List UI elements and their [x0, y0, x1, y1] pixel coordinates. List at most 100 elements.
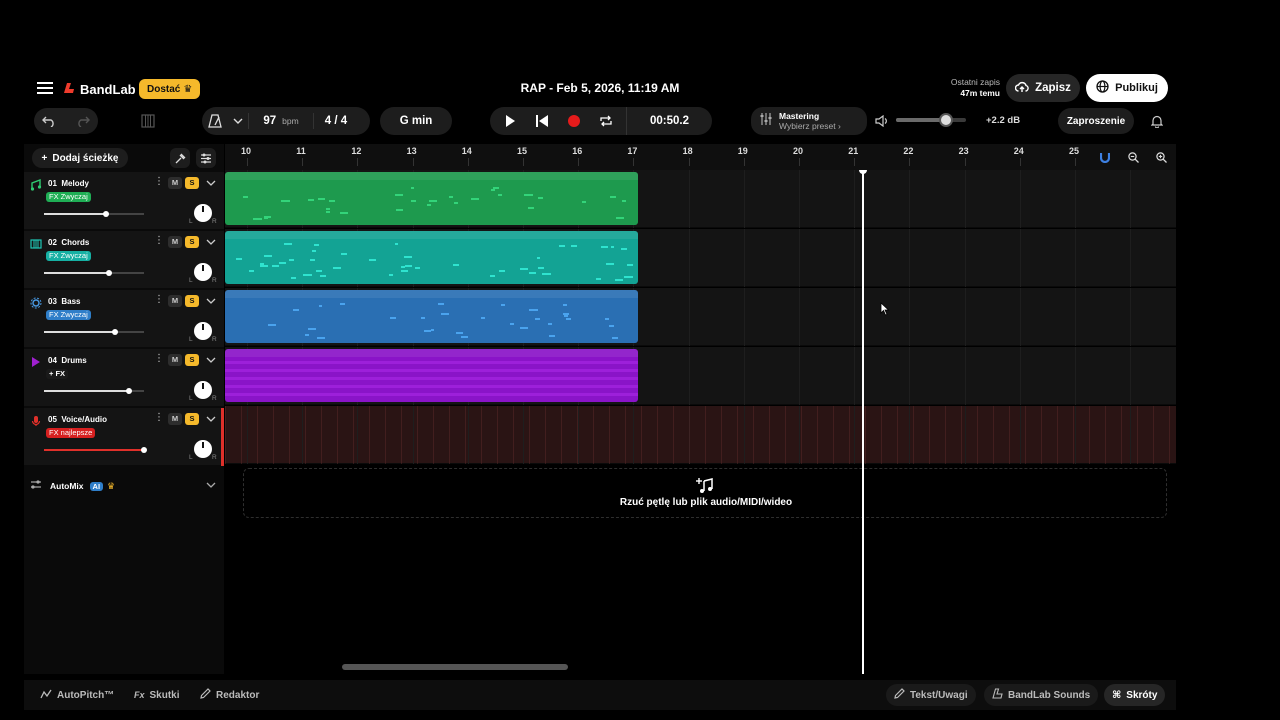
mute-button[interactable]: M	[168, 413, 182, 425]
fx-badge[interactable]: FX Zwyczaj	[46, 310, 91, 320]
shortcuts-button[interactable]: ⌘ Skróty	[1104, 684, 1166, 706]
track-lane-melody[interactable]	[225, 170, 1176, 228]
tempo-field[interactable]: 97 bpm	[249, 115, 313, 127]
clip-header[interactable]	[225, 172, 638, 180]
more-options-icon[interactable]: ⋮	[154, 353, 164, 367]
more-options-icon[interactable]: ⋮	[154, 294, 164, 308]
region-clip-melody[interactable]	[225, 172, 638, 225]
publish-button[interactable]: Publikuj	[1086, 74, 1168, 102]
mute-button[interactable]: M	[168, 295, 182, 307]
mute-button[interactable]: M	[168, 236, 182, 248]
solo-button[interactable]: S	[185, 413, 199, 425]
key-selector[interactable]: G min	[380, 107, 452, 135]
time-display[interactable]: 00:50.2	[626, 107, 712, 135]
zoom-in-icon[interactable]	[1151, 148, 1171, 166]
bandlab-sounds-button[interactable]: BandLab Sounds	[984, 684, 1099, 706]
chevron-down-icon[interactable]	[204, 294, 218, 308]
editor-label: Redaktor	[216, 689, 260, 701]
skip-to-start-icon[interactable]	[526, 107, 558, 135]
more-options-icon[interactable]: ⋮	[154, 176, 164, 190]
pan-knob[interactable]	[194, 440, 212, 458]
track-lane-drums[interactable]	[225, 347, 1176, 405]
piano-keyboard-icon[interactable]	[134, 108, 162, 134]
pan-knob[interactable]	[194, 381, 212, 399]
record-icon[interactable]	[558, 107, 590, 135]
speaker-icon[interactable]	[874, 112, 890, 130]
track-header-bass[interactable]: 03 Bass ⋮ M S FX Zwyczaj L R	[24, 290, 224, 348]
fx-badge[interactable]: + FX	[46, 369, 69, 379]
pan-knob[interactable]	[194, 322, 212, 340]
pan-knob[interactable]	[194, 263, 212, 281]
magnet-snap-icon[interactable]	[1095, 148, 1115, 166]
chevron-down-icon[interactable]	[204, 353, 218, 367]
track-lane-chords[interactable]	[225, 229, 1176, 287]
track-volume-slider[interactable]	[44, 211, 144, 217]
fx-badge[interactable]: FX Zwyczaj	[46, 192, 91, 202]
region-clip-bass[interactable]	[225, 290, 638, 343]
add-track-button[interactable]: + Dodaj ścieżkę	[32, 148, 128, 168]
timeline-ruler[interactable]: 10 11 12 13 14 15 16 17 18 19 20 21 22 23 24 25	[225, 144, 1176, 170]
chevron-down-icon[interactable]	[206, 480, 216, 490]
track-header-chords[interactable]: 02 Chords ⋮ M S FX Zwyczaj L R	[24, 231, 224, 289]
track-volume-thumb[interactable]	[106, 270, 112, 276]
chevron-down-icon[interactable]	[204, 235, 218, 249]
effects-button[interactable]: Fx Skutki	[126, 684, 188, 706]
clip-header[interactable]	[225, 231, 638, 239]
playhead[interactable]	[862, 170, 864, 674]
autopitch-button[interactable]: AutoPitch™	[32, 684, 122, 706]
mixer-icon[interactable]	[196, 148, 216, 168]
arrangement-area[interactable]: Rzuć pętlę lub plik audio/MIDI/wideo	[225, 170, 1176, 674]
region-clip-chords[interactable]	[225, 231, 638, 284]
pan-knob[interactable]	[194, 204, 212, 222]
master-volume-slider[interactable]	[896, 113, 966, 127]
undo-icon[interactable]	[34, 108, 64, 134]
track-volume-thumb[interactable]	[141, 447, 147, 453]
clip-header[interactable]	[225, 290, 638, 298]
mute-button[interactable]: M	[168, 354, 182, 366]
mute-button[interactable]: M	[168, 177, 182, 189]
automix-row[interactable]: AutoMix AI ♛	[24, 474, 224, 498]
volume-thumb[interactable]	[939, 113, 953, 127]
solo-button[interactable]: S	[185, 177, 199, 189]
bell-icon[interactable]	[1144, 108, 1170, 134]
lyrics-notes-button[interactable]: Tekst/Uwagi	[886, 684, 976, 706]
drop-zone[interactable]: Rzuć pętlę lub plik audio/MIDI/wideo	[243, 468, 1167, 518]
solo-button[interactable]: S	[185, 236, 199, 248]
midi-note	[395, 243, 398, 245]
region-clip-drums[interactable]	[225, 349, 638, 402]
mastering-button[interactable]: Mastering Wybierz preset ›	[751, 107, 867, 135]
track-volume-thumb[interactable]	[126, 388, 132, 394]
clip-header[interactable]	[225, 349, 638, 357]
save-button[interactable]: Zapisz	[1006, 74, 1080, 102]
track-header-voice-audio[interactable]: 05 Voice/Audio ⋮ M S FX najlepsze L R	[24, 408, 224, 466]
more-options-icon[interactable]: ⋮	[154, 235, 164, 249]
fx-badge[interactable]: FX najlepsze	[46, 428, 96, 438]
track-header-drums[interactable]: 04 Drums ⋮ M S + FX L R	[24, 349, 224, 407]
track-lane-bass[interactable]	[225, 288, 1176, 346]
time-signature[interactable]: 4 / 4	[314, 115, 358, 127]
editor-button[interactable]: Redaktor	[192, 684, 267, 706]
invite-button[interactable]: Zaproszenie	[1058, 108, 1134, 134]
track-header-melody[interactable]: 01 Melody ⋮ M S FX Zwyczaj L R	[24, 172, 224, 230]
track-volume-slider[interactable]	[44, 388, 144, 394]
track-volume-thumb[interactable]	[103, 211, 109, 217]
fx-badge[interactable]: FX Zwyczaj	[46, 251, 91, 261]
redo-icon[interactable]	[68, 108, 98, 134]
horizontal-scrollbar[interactable]	[342, 664, 568, 670]
chevron-down-icon[interactable]	[204, 176, 218, 190]
track-volume-slider[interactable]	[44, 270, 144, 276]
loop-icon[interactable]	[590, 107, 622, 135]
track-volume-thumb[interactable]	[112, 329, 118, 335]
zoom-out-icon[interactable]	[1123, 148, 1143, 166]
track-volume-slider[interactable]	[44, 447, 147, 453]
tuning-fork-icon[interactable]	[170, 148, 190, 168]
metronome-icon[interactable]	[202, 107, 228, 135]
play-icon[interactable]	[494, 107, 526, 135]
solo-button[interactable]: S	[185, 354, 199, 366]
track-lane-voice-audio[interactable]	[225, 406, 1176, 464]
solo-button[interactable]: S	[185, 295, 199, 307]
track-volume-slider[interactable]	[44, 329, 144, 335]
chevron-down-icon[interactable]	[204, 412, 218, 426]
chevron-down-icon[interactable]	[228, 107, 248, 135]
more-options-icon[interactable]: ⋮	[154, 412, 164, 426]
